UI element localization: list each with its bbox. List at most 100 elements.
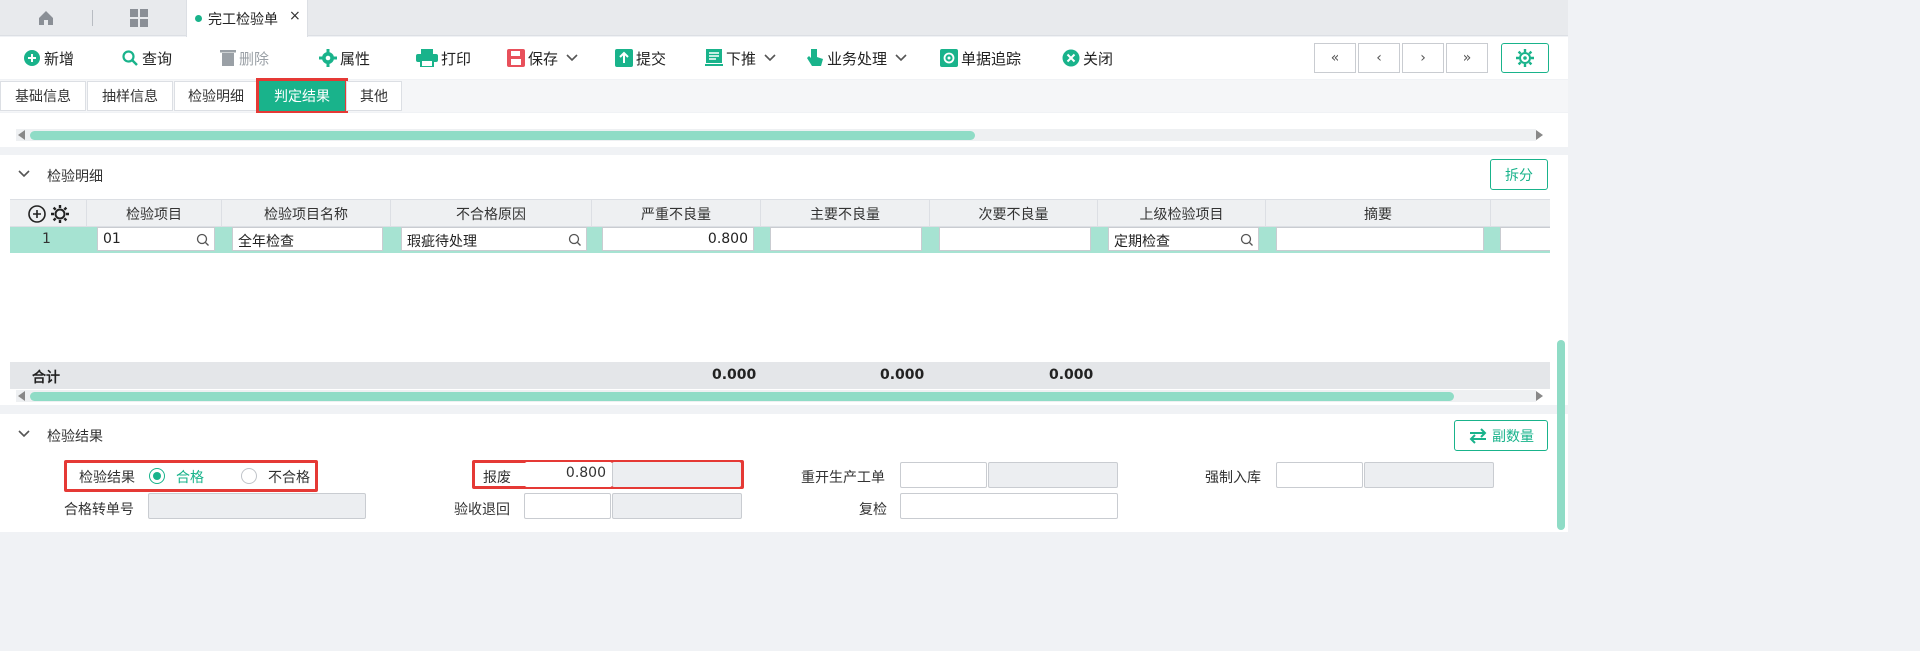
business-process-button[interactable]: 业务处理: [806, 47, 910, 69]
parent-item-input[interactable]: 定期检查: [1108, 227, 1259, 251]
detail-horizontal-scrollbar[interactable]: [16, 390, 1536, 402]
fail-radio[interactable]: [241, 468, 257, 484]
trace-label: 单据追踪: [961, 49, 1022, 68]
col-inspection-item[interactable]: 检验项目: [87, 200, 222, 227]
query-button[interactable]: 查询: [121, 47, 172, 69]
trace-button[interactable]: 单据追踪: [940, 47, 1021, 69]
col-summary[interactable]: 摘要: [1266, 200, 1491, 227]
result-label: 检验结果: [79, 470, 135, 486]
upper-horizontal-scrollbar[interactable]: [16, 129, 1536, 141]
split-button[interactable]: 拆分: [1490, 159, 1548, 190]
save-disk-icon: [507, 49, 525, 67]
table-row[interactable]: 1 01 全年检查 瑕疵待处理 0.800 定期检查: [10, 227, 1550, 253]
next-column-input[interactable]: [1500, 227, 1550, 251]
item-code-input[interactable]: 01: [97, 227, 215, 251]
major-qty-input[interactable]: [770, 227, 922, 251]
properties-button[interactable]: 属性: [319, 47, 370, 69]
add-row-icon: [27, 204, 46, 223]
fail-reason-input[interactable]: 瑕疵待处理: [401, 227, 587, 251]
fail-radio-label[interactable]: 不合格: [268, 467, 310, 487]
pass-radio-label[interactable]: 合格: [176, 467, 204, 487]
minor-qty-input[interactable]: [939, 227, 1091, 251]
tab-basic-info[interactable]: 基础信息: [0, 81, 86, 111]
settings-gear-icon: [1516, 49, 1534, 67]
next-record-button[interactable]: ›: [1402, 43, 1444, 73]
col-fail-reason[interactable]: 不合格原因: [391, 200, 592, 227]
plus-circle-icon: [24, 50, 40, 66]
collapse-chevron-icon[interactable]: [18, 167, 30, 181]
gear-icon: [319, 49, 337, 67]
severe-qty-input[interactable]: 0.800: [602, 227, 754, 251]
scroll-left-icon[interactable]: [18, 130, 25, 140]
query-label: 查询: [142, 49, 173, 68]
main-toolbar: 新增 查询 删除 属性 打印 保存 提交 下推 业务处理 单据追踪 关闭 « ‹…: [0, 37, 1568, 79]
col-parent-item[interactable]: 上级检验项目: [1098, 200, 1266, 227]
force-in-unit-field: [1364, 462, 1494, 488]
row-seq: 1: [42, 231, 51, 247]
item-name-input[interactable]: 全年检查: [232, 227, 383, 251]
col-minor-qty[interactable]: 次要不良量: [930, 200, 1098, 227]
business-label: 业务处理: [827, 49, 888, 68]
total-major: 0.000: [880, 367, 925, 383]
fail-reason-value: 瑕疵待处理: [407, 234, 477, 250]
scrap-qty-input[interactable]: 0.800: [525, 462, 612, 487]
swap-arrows-icon: [1469, 427, 1487, 444]
new-button[interactable]: 新增: [23, 47, 74, 69]
reopen-order-input[interactable]: [900, 462, 987, 488]
scroll-left-icon[interactable]: [18, 391, 25, 401]
search-icon: [122, 50, 138, 66]
return-label: 验收退回: [454, 502, 510, 518]
summary-input[interactable]: [1276, 227, 1484, 251]
chevron-down-icon: [895, 54, 907, 62]
save-button[interactable]: 保存: [507, 47, 581, 69]
col-item-name[interactable]: 检验项目名称: [222, 200, 391, 227]
collapse-chevron-icon[interactable]: [18, 427, 30, 441]
scroll-right-icon[interactable]: [1536, 391, 1543, 401]
close-label: 关闭: [1083, 49, 1114, 68]
first-record-button[interactable]: «: [1314, 43, 1356, 73]
upper-panel: [0, 113, 1568, 147]
prev-record-button[interactable]: ‹: [1358, 43, 1400, 73]
force-in-label: 强制入库: [1205, 470, 1261, 486]
reopen-order-unit-field: [988, 462, 1118, 488]
detail-section-title: 检验明细: [47, 169, 103, 185]
last-record-button[interactable]: »: [1446, 43, 1488, 73]
tab-label: 完工检验单: [208, 12, 278, 28]
home-icon[interactable]: [36, 8, 56, 28]
column-settings-icon: [50, 204, 69, 223]
push-down-button[interactable]: 下推: [705, 47, 779, 69]
hand-pointer-icon: [807, 49, 823, 66]
col-severe-qty[interactable]: 严重不良量: [592, 200, 761, 227]
col-major-qty[interactable]: 主要不良量: [761, 200, 930, 227]
tab-inspection-detail[interactable]: 检验明细: [174, 81, 258, 111]
tab-other[interactable]: 其他: [346, 81, 402, 111]
aux-qty-button[interactable]: 副数量: [1454, 420, 1548, 451]
item-code-value: 01: [103, 231, 121, 247]
close-button[interactable]: 关闭: [1062, 47, 1113, 69]
close-tab-icon[interactable]: ×: [289, 8, 301, 24]
lookup-search-icon: [1240, 233, 1253, 246]
force-in-input[interactable]: [1276, 462, 1363, 488]
scrap-unit-field: [612, 462, 741, 487]
settings-button[interactable]: [1501, 43, 1549, 73]
delete-button[interactable]: 删除: [220, 47, 269, 69]
scrollbar-thumb[interactable]: [30, 392, 1454, 401]
lookup-search-icon: [568, 233, 581, 246]
vertical-scrollbar[interactable]: [1557, 340, 1565, 530]
submit-button[interactable]: 提交: [615, 47, 666, 69]
recheck-input[interactable]: [900, 493, 1118, 519]
return-qty-input[interactable]: [524, 493, 611, 519]
print-button[interactable]: 打印: [416, 47, 471, 69]
scroll-right-icon[interactable]: [1536, 130, 1543, 140]
grid-menu-icon[interactable]: [129, 8, 149, 28]
pass-radio[interactable]: [149, 468, 165, 484]
printer-icon: [416, 49, 438, 67]
crosshair-icon: [940, 49, 958, 67]
tab-sampling-info[interactable]: 抽样信息: [87, 81, 173, 111]
result-section-title: 检验结果: [47, 429, 103, 445]
tab-judgment-result[interactable]: 判定结果: [256, 78, 348, 114]
scrollbar-thumb[interactable]: [30, 131, 975, 140]
tab-completion-inspection[interactable]: 完工检验单 ×: [186, 0, 308, 37]
section-tabs: 基础信息 抽样信息 检验明细 判定结果 其他: [0, 78, 1568, 114]
close-circle-icon: [1062, 49, 1080, 67]
